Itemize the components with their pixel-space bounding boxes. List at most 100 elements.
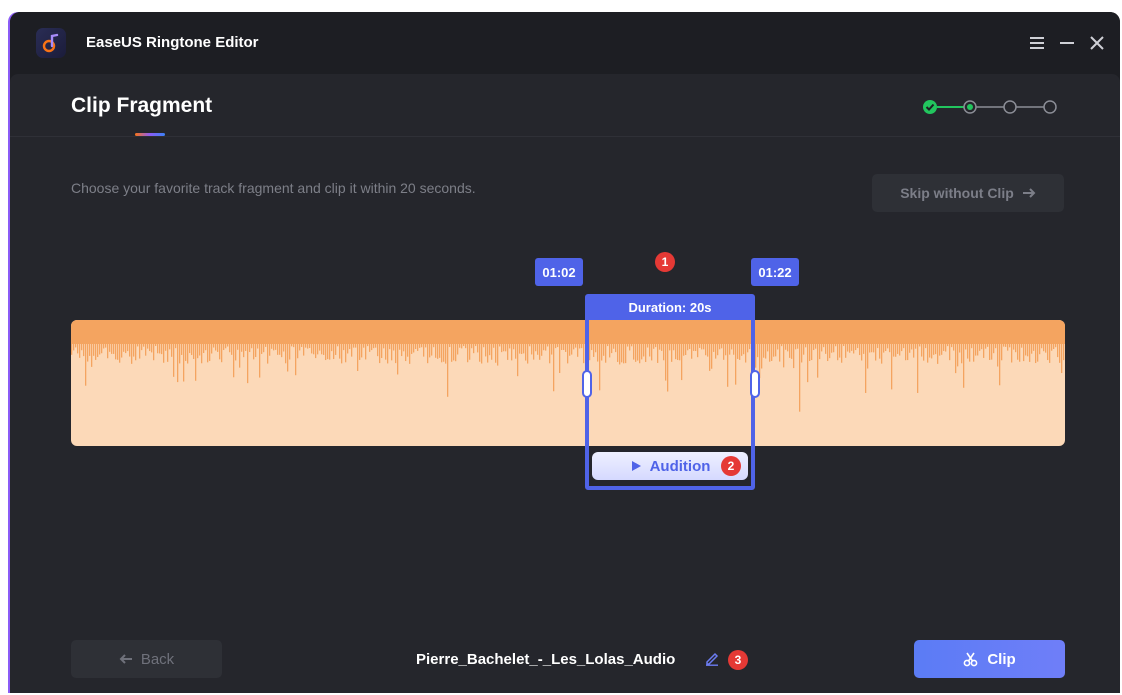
app-title: EaseUS Ringtone Editor xyxy=(86,34,259,51)
wave-bar xyxy=(77,340,79,354)
wave-bar xyxy=(947,340,949,347)
wave-bar xyxy=(447,340,449,397)
play-icon xyxy=(631,461,641,471)
wave-bar xyxy=(347,340,349,354)
wave-bar xyxy=(901,340,903,352)
wave-bar xyxy=(289,340,291,360)
wave-bar xyxy=(193,340,195,359)
wave-bar xyxy=(185,340,187,361)
wave-bar xyxy=(203,340,205,354)
wave-bar xyxy=(255,340,257,357)
wave-bar xyxy=(869,340,871,353)
wave-bar xyxy=(481,340,483,364)
start-time-marker[interactable]: 01:02 xyxy=(535,258,583,286)
wave-bar xyxy=(1015,340,1017,353)
wave-bar xyxy=(363,340,365,348)
wave-bar xyxy=(851,340,853,351)
wave-bar xyxy=(99,340,101,355)
wave-bar xyxy=(963,340,965,388)
wave-bar xyxy=(137,340,139,347)
wave-bar xyxy=(769,340,771,362)
audition-label: Audition xyxy=(649,457,711,475)
wave-bar xyxy=(323,340,325,355)
wave-bar xyxy=(893,340,895,357)
minimize-icon[interactable] xyxy=(1054,30,1080,56)
wave-bar xyxy=(309,340,311,349)
wave-bar xyxy=(297,340,299,359)
wave-bar xyxy=(881,340,883,364)
end-handle[interactable] xyxy=(750,370,760,398)
wave-bar xyxy=(343,340,345,351)
step-2-current-icon xyxy=(963,100,977,114)
wave-bar xyxy=(519,340,521,354)
wave-bar xyxy=(515,340,517,359)
wave-bar xyxy=(961,340,963,364)
wave-bar xyxy=(507,340,509,360)
wave-bar xyxy=(333,340,335,360)
wave-bar xyxy=(159,340,161,354)
wave-bar xyxy=(243,340,245,358)
wave-bar xyxy=(563,340,565,351)
wave-bar xyxy=(577,340,579,357)
wave-bar xyxy=(125,340,127,354)
waveform[interactable] xyxy=(71,320,1065,446)
wave-bar xyxy=(821,340,823,352)
wave-bar xyxy=(1037,340,1039,362)
wave-bar xyxy=(939,340,941,356)
wave-bar xyxy=(413,340,415,353)
wave-bar xyxy=(141,340,143,351)
wave-bar xyxy=(575,340,577,348)
wave-bar xyxy=(997,340,999,367)
wave-bar xyxy=(219,340,221,360)
end-time-marker[interactable]: 01:22 xyxy=(751,258,799,286)
wave-bar xyxy=(1035,340,1037,364)
wave-bar xyxy=(521,340,523,355)
wave-bar xyxy=(757,340,759,358)
wave-bar xyxy=(985,340,987,349)
wave-bar xyxy=(175,340,177,349)
wave-bar xyxy=(91,340,93,367)
wave-bar xyxy=(399,340,401,350)
callout-3: 3 xyxy=(728,650,748,670)
wave-bar xyxy=(443,340,445,362)
clip-button[interactable]: Clip xyxy=(914,640,1065,678)
wave-bar xyxy=(829,340,831,359)
wave-bar xyxy=(469,340,471,360)
wave-bar xyxy=(825,340,827,354)
wave-bar xyxy=(837,340,839,361)
wave-bar xyxy=(531,340,533,355)
wave-bar xyxy=(277,340,279,355)
close-icon[interactable] xyxy=(1084,30,1110,56)
wave-bar xyxy=(313,340,315,355)
wave-bar xyxy=(177,340,179,383)
wave-bar xyxy=(925,340,927,349)
wave-bar xyxy=(111,340,113,354)
wave-bar xyxy=(217,340,219,352)
wave-bar xyxy=(241,340,243,352)
wave-bar xyxy=(157,340,159,354)
wave-bar xyxy=(401,340,403,357)
wave-bar xyxy=(405,340,407,362)
wave-bar xyxy=(367,340,369,347)
wave-bar xyxy=(117,340,119,360)
edit-pencil-icon[interactable] xyxy=(704,650,720,666)
menu-icon[interactable] xyxy=(1024,30,1050,56)
back-button[interactable]: Back xyxy=(71,640,222,678)
wave-bar xyxy=(945,340,947,352)
wave-bar xyxy=(847,340,849,352)
wave-bar xyxy=(477,340,479,353)
wave-bar xyxy=(905,340,907,361)
start-handle[interactable] xyxy=(582,370,592,398)
wave-bar xyxy=(773,340,775,357)
wave-bar xyxy=(127,340,129,352)
wave-bar xyxy=(237,340,239,350)
wave-bar xyxy=(917,340,919,393)
wave-bar xyxy=(95,340,97,360)
wave-bar xyxy=(251,340,253,349)
wave-bar xyxy=(259,340,261,378)
wave-bar xyxy=(987,340,989,347)
wave-bar xyxy=(891,340,893,390)
wave-bar xyxy=(535,340,537,352)
skip-without-clip-button[interactable]: Skip without Clip xyxy=(872,174,1064,212)
wave-bar xyxy=(453,340,455,361)
